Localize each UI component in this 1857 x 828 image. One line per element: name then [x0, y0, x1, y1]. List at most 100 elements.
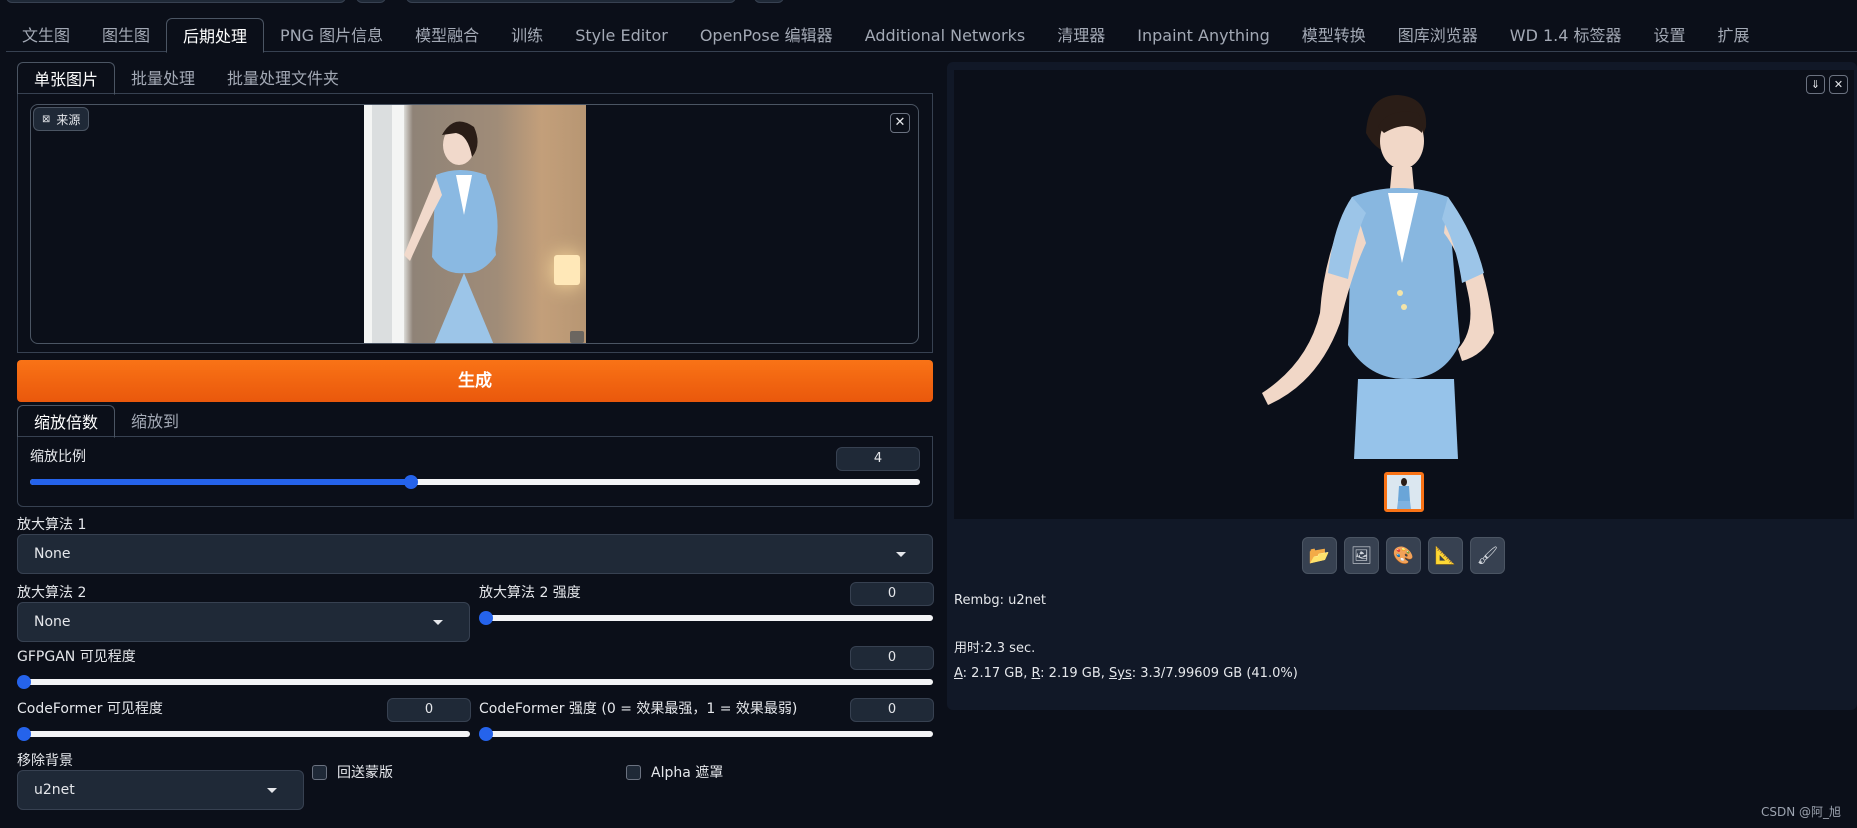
tab-openpose-editor[interactable]: OpenPose 编辑器	[684, 18, 849, 52]
codeformer-weight-input[interactable]: 0	[850, 698, 934, 722]
output-figure	[1262, 95, 1494, 459]
image-icon[interactable]: 🖼	[1344, 537, 1379, 574]
slider-track	[24, 731, 470, 737]
download-icon[interactable]: ⇓	[1806, 75, 1825, 94]
output-thumbnail[interactable]	[1384, 472, 1424, 512]
tab-train[interactable]: 训练	[495, 18, 559, 52]
rembg-info: Rembg: u2net	[954, 593, 1046, 608]
watermark: CSDN @阿_旭	[1760, 805, 1841, 819]
gfpgan-input[interactable]: 0	[850, 646, 934, 670]
tab-additional-networks[interactable]: Additional Networks	[849, 18, 1042, 52]
refresh-button-stub[interactable]	[356, 0, 386, 3]
generate-button[interactable]: 生成	[17, 360, 933, 402]
chevron-down-icon	[433, 620, 443, 625]
slider-track	[486, 615, 933, 621]
source-label-text: 来源	[56, 112, 81, 127]
extras-sub-tab-bar: 单张图片 批量处理 批量处理文件夹	[17, 62, 933, 95]
scale-by-panel	[17, 437, 933, 507]
gfpgan-slider[interactable]	[17, 674, 933, 690]
palette-icon[interactable]: 🎨	[1386, 537, 1421, 574]
return-mask-checkbox[interactable]: 回送蒙版	[312, 762, 393, 782]
tab-style-editor[interactable]: Style Editor	[559, 18, 684, 52]
close-icon[interactable]: ✕	[1829, 75, 1848, 94]
close-icon[interactable]: ✕	[890, 113, 910, 133]
slider-track	[24, 679, 933, 685]
scale-number-input[interactable]: 4	[836, 447, 920, 471]
scale-slider[interactable]	[30, 474, 920, 490]
settings-button-stub[interactable]	[754, 0, 784, 3]
main-tab-bar: 文生图 图生图 后期处理 PNG 图片信息 模型融合 训练 Style Edit…	[6, 18, 1857, 53]
remove-bg-dropdown[interactable]: u2net	[17, 770, 304, 810]
scale-tab-bar: 缩放倍数 缩放到	[17, 405, 933, 438]
checkbox-box[interactable]	[626, 764, 641, 780]
source-figure	[364, 105, 498, 343]
tab-img2img[interactable]: 图生图	[86, 18, 166, 52]
thumbnail-figure	[1397, 478, 1411, 509]
upscaler2-strength-input[interactable]: 0	[850, 582, 934, 606]
image-corner-icon	[570, 331, 584, 343]
tab-model-convert[interactable]: 模型转换	[1286, 18, 1382, 52]
slider-thumb[interactable]	[479, 727, 493, 741]
ruler-icon[interactable]: 📐	[1428, 537, 1463, 574]
remove-bg-label: 移除背景	[17, 753, 73, 769]
tab-scale-to[interactable]: 缩放到	[115, 405, 195, 437]
tab-batch-from-directory[interactable]: 批量处理文件夹	[211, 62, 355, 94]
upscaler2-strength-slider[interactable]	[479, 610, 933, 626]
source-image-box[interactable]: ⊠ 来源 ✕	[30, 104, 919, 344]
tab-single-image[interactable]: 单张图片	[17, 62, 116, 95]
brush-icon[interactable]: 🖌	[1470, 537, 1505, 574]
return-mask-label: 回送蒙版	[337, 765, 393, 781]
mem-a-value: : 2.17 GB,	[962, 666, 1032, 681]
tab-image-browser[interactable]: 图库浏览器	[1382, 18, 1494, 52]
upscaler2-dropdown[interactable]: None	[17, 602, 470, 642]
remove-bg-value: u2net	[34, 782, 75, 798]
vae-select-stub[interactable]	[406, 0, 736, 3]
codeformer-visibility-slider[interactable]	[17, 726, 470, 742]
slider-thumb[interactable]	[404, 475, 419, 489]
tab-extras[interactable]: 后期处理	[166, 18, 265, 53]
codeformer-visibility-input[interactable]: 0	[387, 698, 471, 722]
folder-icon[interactable]: 📂	[1302, 537, 1337, 574]
tab-inpaint-anything[interactable]: Inpaint Anything	[1121, 18, 1285, 52]
mem-sys-key: Sys	[1109, 666, 1132, 681]
scale-label: 缩放比例	[30, 449, 86, 465]
output-toolbar: 📂 🖼 🎨 📐 🖌	[1302, 537, 1505, 574]
alpha-matting-label: Alpha 遮罩	[651, 765, 724, 781]
mem-r-key: R	[1031, 666, 1041, 681]
upscaler1-label: 放大算法 1	[17, 517, 87, 533]
tab-model-merge[interactable]: 模型融合	[399, 18, 495, 52]
upscaler2-strength-label: 放大算法 2 强度	[479, 585, 581, 601]
source-image	[364, 105, 586, 343]
slider-thumb[interactable]	[479, 611, 493, 625]
alpha-matting-checkbox[interactable]: Alpha 遮罩	[626, 762, 723, 782]
tab-settings[interactable]: 设置	[1638, 18, 1702, 52]
codeformer-weight-slider[interactable]	[479, 726, 933, 742]
tab-extensions[interactable]: 扩展	[1702, 18, 1766, 52]
memory-info: A: 2.17 GB, R: 2.19 GB, Sys: 3.3/7.99609…	[954, 666, 1298, 681]
tab-scale-by[interactable]: 缩放倍数	[17, 405, 116, 438]
tab-batch-process[interactable]: 批量处理	[115, 62, 211, 94]
slider-thumb[interactable]	[17, 675, 31, 689]
tab-png-info[interactable]: PNG 图片信息	[264, 18, 399, 52]
slider-track	[486, 731, 933, 737]
upscaler2-value: None	[34, 614, 71, 630]
slider-thumb[interactable]	[17, 727, 31, 741]
upscaler1-value: None	[34, 546, 71, 562]
model-select-stub[interactable]	[6, 0, 346, 3]
upscaler2-label: 放大算法 2	[17, 585, 87, 601]
slider-fill	[30, 479, 412, 485]
chevron-down-icon	[267, 788, 277, 793]
upscaler1-dropdown[interactable]: None	[17, 534, 933, 574]
tab-txt2img[interactable]: 文生图	[6, 18, 86, 52]
gfpgan-label: GFPGAN 可见程度	[17, 649, 136, 665]
lamp-light	[554, 255, 580, 285]
codeformer-weight-label: CodeFormer 强度 (0 = 效果最强，1 = 效果最弱)	[479, 701, 798, 717]
time-info: 用时:2.3 sec.	[954, 641, 1036, 656]
tab-wd14-tagger[interactable]: WD 1.4 标签器	[1494, 18, 1638, 52]
checkbox-box[interactable]	[312, 764, 327, 780]
mem-r-value: : 2.19 GB,	[1040, 666, 1110, 681]
mem-a-key: A	[954, 666, 963, 681]
chevron-down-icon	[896, 552, 906, 557]
source-label: ⊠ 来源	[33, 107, 90, 131]
tab-cleaner[interactable]: 清理器	[1041, 18, 1121, 52]
